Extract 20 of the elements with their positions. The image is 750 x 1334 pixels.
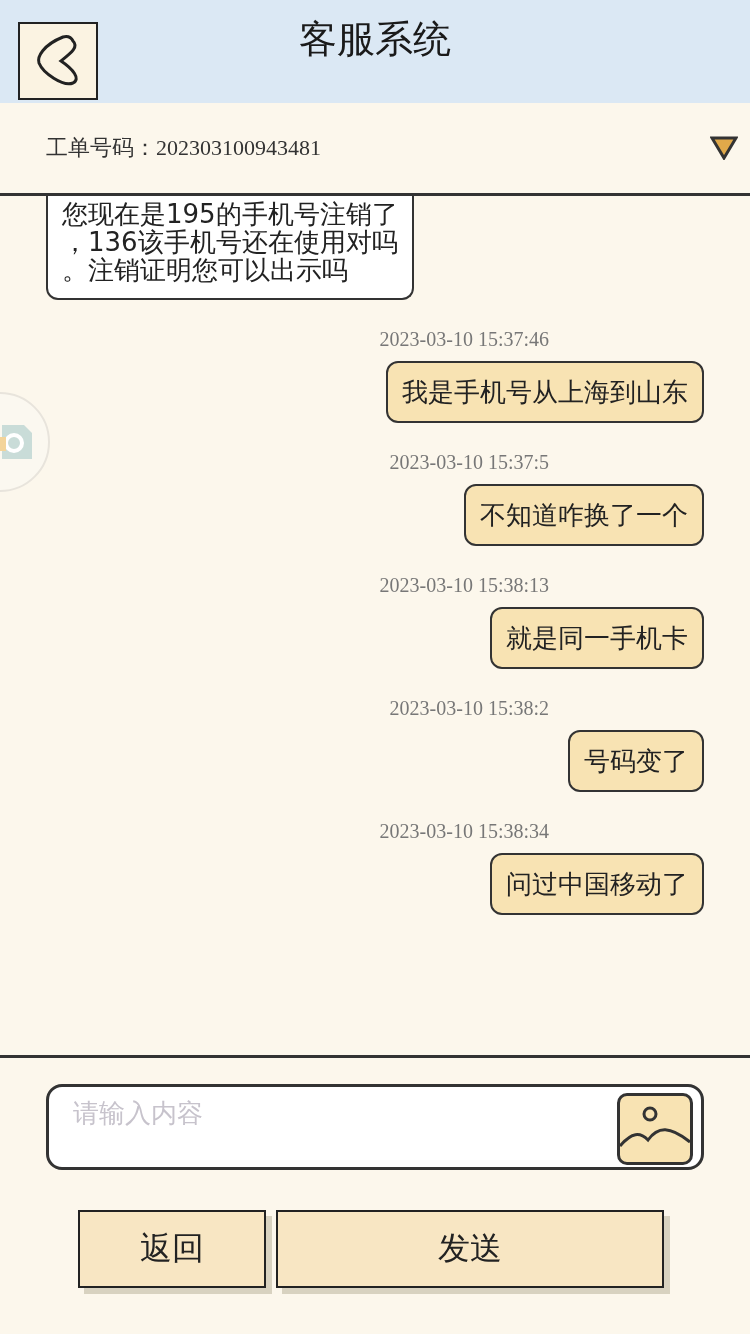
ticket-number: 202303100943481 [156,135,321,161]
message-time: 2023-03-10 15:38:13 [379,574,549,597]
image-button[interactable] [617,1093,693,1165]
message-time: 2023-03-10 15:38:34 [379,820,549,843]
sent-message: 不知道咋换了一个 [464,484,704,546]
ticket-label: 工单号码： [46,134,156,162]
page-title: 客服系统 [299,16,451,63]
sent-message: 号码变了 [568,730,704,792]
message-time: 2023-03-10 15:37:5 [389,451,549,474]
sent-message: 我是手机号从上海到山东 [386,361,704,423]
message-time: 2023-03-10 15:37:46 [379,328,549,351]
message-input[interactable]: 请输入内容 [71,1097,617,1129]
sent-message: 问过中国移动了 [490,853,704,915]
app-icon [0,423,34,461]
received-message: 您现在是195的手机号注销了 ，136该手机号还在使用对吗 。注销证明您可以出示吗 [46,196,414,300]
sent-message: 就是同一手机卡 [490,607,704,669]
message-time: 2023-03-10 15:38:2 [389,697,549,720]
input-field[interactable]: 请输入内容 [46,1084,704,1170]
back-button[interactable] [18,22,98,100]
triangle-icon [710,136,738,160]
